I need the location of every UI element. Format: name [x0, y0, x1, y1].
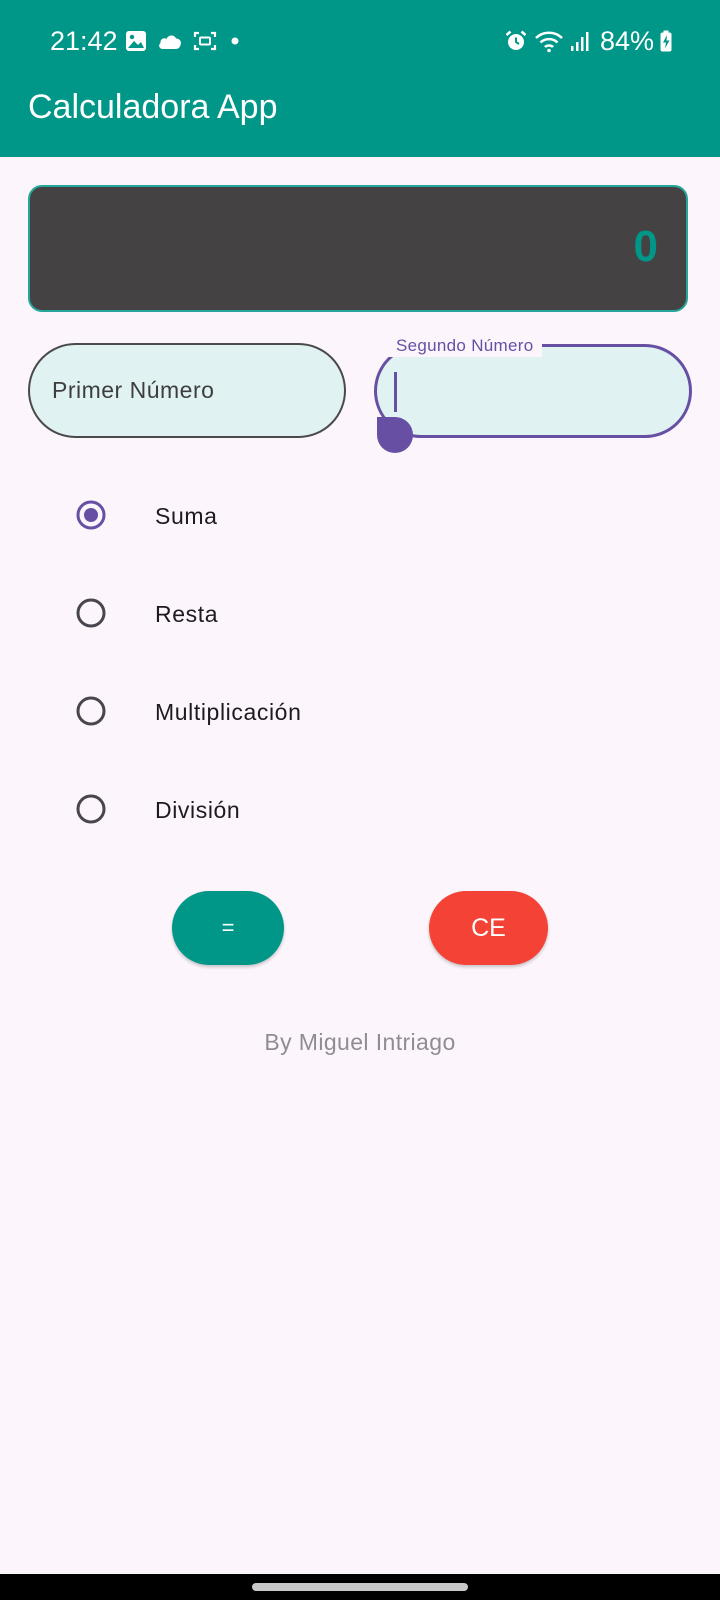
first-number-placeholder: Primer Número [52, 377, 215, 403]
radio-option-multiplicacion[interactable]: Multiplicación [60, 679, 460, 743]
notification-dot-icon [227, 33, 243, 49]
clear-button[interactable]: CE [429, 891, 548, 965]
screen-capture-icon [193, 30, 217, 52]
equals-button[interactable]: = [172, 891, 284, 965]
radio-option-resta[interactable]: Resta [60, 581, 460, 645]
alarm-icon [504, 29, 528, 53]
second-number-label: Segundo Número [388, 335, 543, 357]
status-system-icons: 84% [504, 24, 672, 58]
radio-label: Multiplicación [155, 699, 302, 725]
status-notification-icons [125, 26, 243, 56]
status-time: 21:42 [50, 26, 118, 56]
first-number-field[interactable]: Primer Número [28, 343, 346, 438]
result-value: 0 [633, 222, 658, 271]
radio-unselected-icon[interactable] [76, 598, 106, 628]
radio-label: División [155, 797, 241, 823]
radio-option-suma[interactable]: Suma [60, 483, 460, 547]
author-credit: By Miguel Intriago [264, 1029, 456, 1055]
wifi-icon [534, 29, 564, 53]
cursor-handle[interactable] [376, 416, 414, 456]
radio-label: Suma [155, 503, 218, 529]
battery-percentage: 84% [599, 26, 654, 56]
radio-selected-icon[interactable] [76, 500, 106, 530]
radio-label: Resta [155, 601, 219, 627]
radio-unselected-icon[interactable] [76, 696, 106, 726]
gallery-icon [125, 30, 147, 52]
signal-icon [570, 30, 590, 52]
app-title: Calculadora App [28, 88, 278, 126]
home-gesture-pill[interactable] [252, 1583, 468, 1591]
app-bar: 21:42 84% Calculadora App [0, 0, 720, 157]
second-number-field[interactable] [374, 344, 692, 438]
radio-unselected-icon[interactable] [76, 794, 106, 824]
cloud-icon [157, 32, 183, 50]
text-cursor [394, 372, 397, 412]
result-display: 0 [28, 185, 688, 312]
battery-charging-icon [660, 30, 672, 52]
radio-option-division[interactable]: División [60, 777, 460, 841]
